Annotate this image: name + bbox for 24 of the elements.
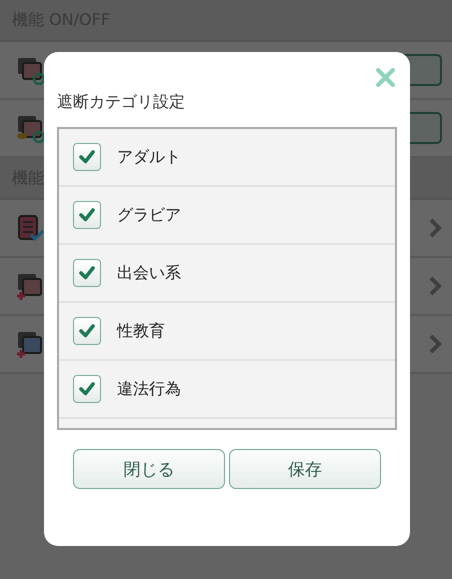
checkbox[interactable] [73,317,101,345]
save-button[interactable]: 保存 [229,449,381,489]
category-item[interactable]: グラビア [59,187,395,245]
category-label: 違法行為 [117,378,181,400]
category-item[interactable]: 性教育 [59,303,395,361]
category-item[interactable]: 出会い系 [59,245,395,303]
category-label: 性教育 [117,320,165,342]
checklist-icon [15,213,45,243]
category-label: グラビア [117,204,181,226]
checkbox[interactable] [73,375,101,403]
dialog-title: 遮断カテゴリ設定 [57,92,186,113]
window-icon [15,271,45,301]
category-label: アダルト [117,146,181,168]
chevron-icon [428,275,442,297]
chevron-icon [428,333,442,355]
window-icon [15,329,45,359]
checkbox[interactable] [73,259,101,287]
chevron-icon [428,217,442,239]
category-item[interactable]: アダルト [59,129,395,187]
category-label: 出会い系 [117,262,181,284]
category-item[interactable]: 違法行為 [59,361,395,419]
close-button[interactable]: 閉じる [73,449,225,489]
checkbox[interactable] [73,201,101,229]
checkbox[interactable] [73,143,101,171]
